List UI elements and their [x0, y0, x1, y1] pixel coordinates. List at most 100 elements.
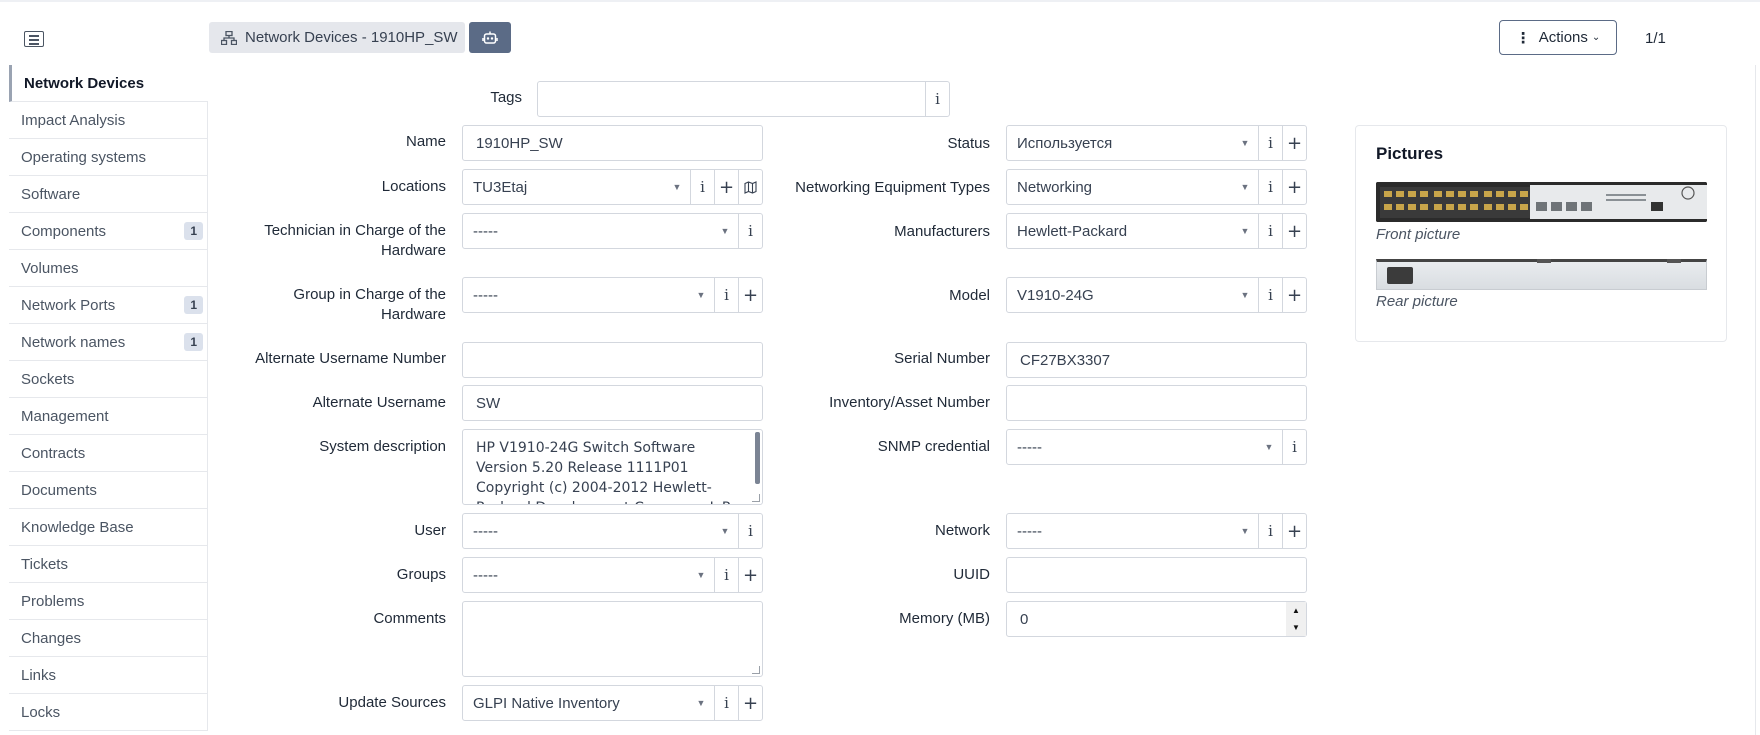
rear-picture[interactable] [1376, 259, 1707, 290]
network-select[interactable]: ----- ▼ i + [1006, 513, 1307, 549]
tab-components[interactable]: Components 1 [9, 213, 208, 250]
tab-changes[interactable]: Changes [9, 620, 208, 657]
serial-input[interactable]: CF27BX3307 [1006, 342, 1307, 378]
groups-value[interactable]: ----- [463, 558, 688, 592]
tab-locks[interactable]: Locks [9, 694, 208, 731]
breadcrumb[interactable]: Network Devices - 1910HP_SW [209, 22, 465, 53]
tab-software[interactable]: Software [9, 176, 208, 213]
dropdown-arrow-icon[interactable]: ▼ [712, 214, 738, 248]
inventory-number-input[interactable] [1006, 385, 1307, 421]
info-icon[interactable]: i [1258, 170, 1282, 204]
system-description-textarea[interactable]: HP V1910-24G Switch Software Version 5.2… [462, 429, 763, 505]
model-select[interactable]: V1910-24G ▼ i + [1006, 277, 1307, 313]
info-icon[interactable]: i [1258, 126, 1282, 160]
uuid-input[interactable] [1006, 557, 1307, 593]
group-tech-select[interactable]: ----- ▼ i + [462, 277, 763, 313]
snmp-select[interactable]: ----- ▼ i [1006, 429, 1307, 465]
dropdown-arrow-icon[interactable]: ▼ [688, 686, 714, 720]
resize-handle[interactable] [752, 494, 760, 502]
equipment-types-value[interactable]: Networking [1007, 170, 1232, 204]
number-spinner[interactable]: ▲ ▼ [1286, 602, 1306, 636]
tab-network-ports[interactable]: Network Ports 1 [9, 287, 208, 324]
actions-button[interactable]: ⋮ Actions ⌄ [1499, 20, 1617, 55]
spin-up-icon[interactable]: ▲ [1286, 602, 1306, 619]
alt-username-number-value[interactable] [463, 343, 762, 377]
list-menu-icon[interactable] [24, 31, 44, 47]
plus-icon[interactable]: + [1282, 514, 1306, 548]
snmp-value[interactable]: ----- [1007, 430, 1256, 464]
info-icon[interactable]: i [738, 514, 762, 548]
dropdown-arrow-icon[interactable]: ▼ [1232, 514, 1258, 548]
map-icon[interactable] [738, 170, 762, 204]
tab-contracts[interactable]: Contracts [9, 435, 208, 472]
tab-problems[interactable]: Problems [9, 583, 208, 620]
tab-impact-analysis[interactable]: Impact Analysis [9, 102, 208, 139]
alt-username-number-input[interactable] [462, 342, 763, 378]
info-icon[interactable]: i [714, 558, 738, 592]
tab-network-names[interactable]: Network names 1 [9, 324, 208, 361]
tab-operating-systems[interactable]: Operating systems [9, 139, 208, 176]
tab-links[interactable]: Links [9, 657, 208, 694]
spin-down-icon[interactable]: ▼ [1286, 619, 1306, 636]
resize-handle[interactable] [752, 666, 760, 674]
alt-username-input[interactable]: SW [462, 385, 763, 421]
front-picture[interactable] [1376, 182, 1707, 222]
tab-network-devices[interactable]: Network Devices [9, 65, 208, 102]
dropdown-arrow-icon[interactable]: ▼ [664, 170, 690, 204]
info-icon[interactable]: i [925, 82, 949, 116]
plus-icon[interactable]: + [738, 686, 762, 720]
info-icon[interactable]: i [738, 214, 762, 248]
tab-sockets[interactable]: Sockets [9, 361, 208, 398]
dropdown-arrow-icon[interactable]: ▼ [1232, 126, 1258, 160]
inventory-number-value[interactable] [1007, 386, 1306, 420]
dropdown-arrow-icon[interactable]: ▼ [688, 558, 714, 592]
name-input[interactable]: 1910HP_SW [462, 125, 763, 161]
dropdown-arrow-icon[interactable]: ▼ [1256, 430, 1282, 464]
status-select[interactable]: Используется ▼ i + [1006, 125, 1307, 161]
technician-value[interactable]: ----- [463, 214, 712, 248]
memory-value[interactable]: 0 [1007, 602, 1286, 636]
tab-tickets[interactable]: Tickets [9, 546, 208, 583]
info-icon[interactable]: i [690, 170, 714, 204]
system-description-value[interactable]: HP V1910-24G Switch Software Version 5.2… [476, 438, 750, 504]
groups-select[interactable]: ----- ▼ i + [462, 557, 763, 593]
comments-textarea[interactable] [462, 601, 763, 677]
plus-icon[interactable]: + [714, 170, 738, 204]
update-sources-value[interactable]: GLPI Native Inventory [463, 686, 688, 720]
dropdown-arrow-icon[interactable]: ▼ [688, 278, 714, 312]
manufacturers-select[interactable]: Hewlett-Packard ▼ i + [1006, 213, 1307, 249]
model-value[interactable]: V1910-24G [1007, 278, 1232, 312]
status-value[interactable]: Используется [1007, 126, 1232, 160]
dropdown-arrow-icon[interactable]: ▼ [1232, 214, 1258, 248]
memory-input[interactable]: 0 ▲ ▼ [1006, 601, 1307, 637]
equipment-types-select[interactable]: Networking ▼ i + [1006, 169, 1307, 205]
uuid-value[interactable] [1007, 558, 1306, 592]
plus-icon[interactable]: + [1282, 170, 1306, 204]
info-icon[interactable]: i [714, 278, 738, 312]
name-value[interactable]: 1910HP_SW [463, 126, 762, 160]
tags-value[interactable] [538, 82, 925, 116]
alt-username-value[interactable]: SW [463, 386, 762, 420]
info-icon[interactable]: i [1258, 214, 1282, 248]
tab-management[interactable]: Management [9, 398, 208, 435]
serial-value[interactable]: CF27BX3307 [1007, 343, 1306, 377]
user-value[interactable]: ----- [463, 514, 712, 548]
locations-value[interactable]: TU3Etaj [463, 170, 664, 204]
tab-documents[interactable]: Documents [9, 472, 208, 509]
tags-field[interactable]: i [537, 81, 950, 117]
plus-icon[interactable]: + [1282, 126, 1306, 160]
network-value[interactable]: ----- [1007, 514, 1232, 548]
plus-icon[interactable]: + [1282, 278, 1306, 312]
plus-icon[interactable]: + [738, 558, 762, 592]
tab-volumes[interactable]: Volumes [9, 250, 208, 287]
plus-icon[interactable]: + [738, 278, 762, 312]
dropdown-arrow-icon[interactable]: ▼ [1232, 278, 1258, 312]
dropdown-arrow-icon[interactable]: ▼ [1232, 170, 1258, 204]
technician-select[interactable]: ----- ▼ i [462, 213, 763, 249]
info-icon[interactable]: i [1258, 278, 1282, 312]
dropdown-arrow-icon[interactable]: ▼ [712, 514, 738, 548]
tab-knowledge-base[interactable]: Knowledge Base [9, 509, 208, 546]
plus-icon[interactable]: + [1282, 214, 1306, 248]
group-tech-value[interactable]: ----- [463, 278, 688, 312]
scrollbar[interactable] [755, 432, 760, 484]
